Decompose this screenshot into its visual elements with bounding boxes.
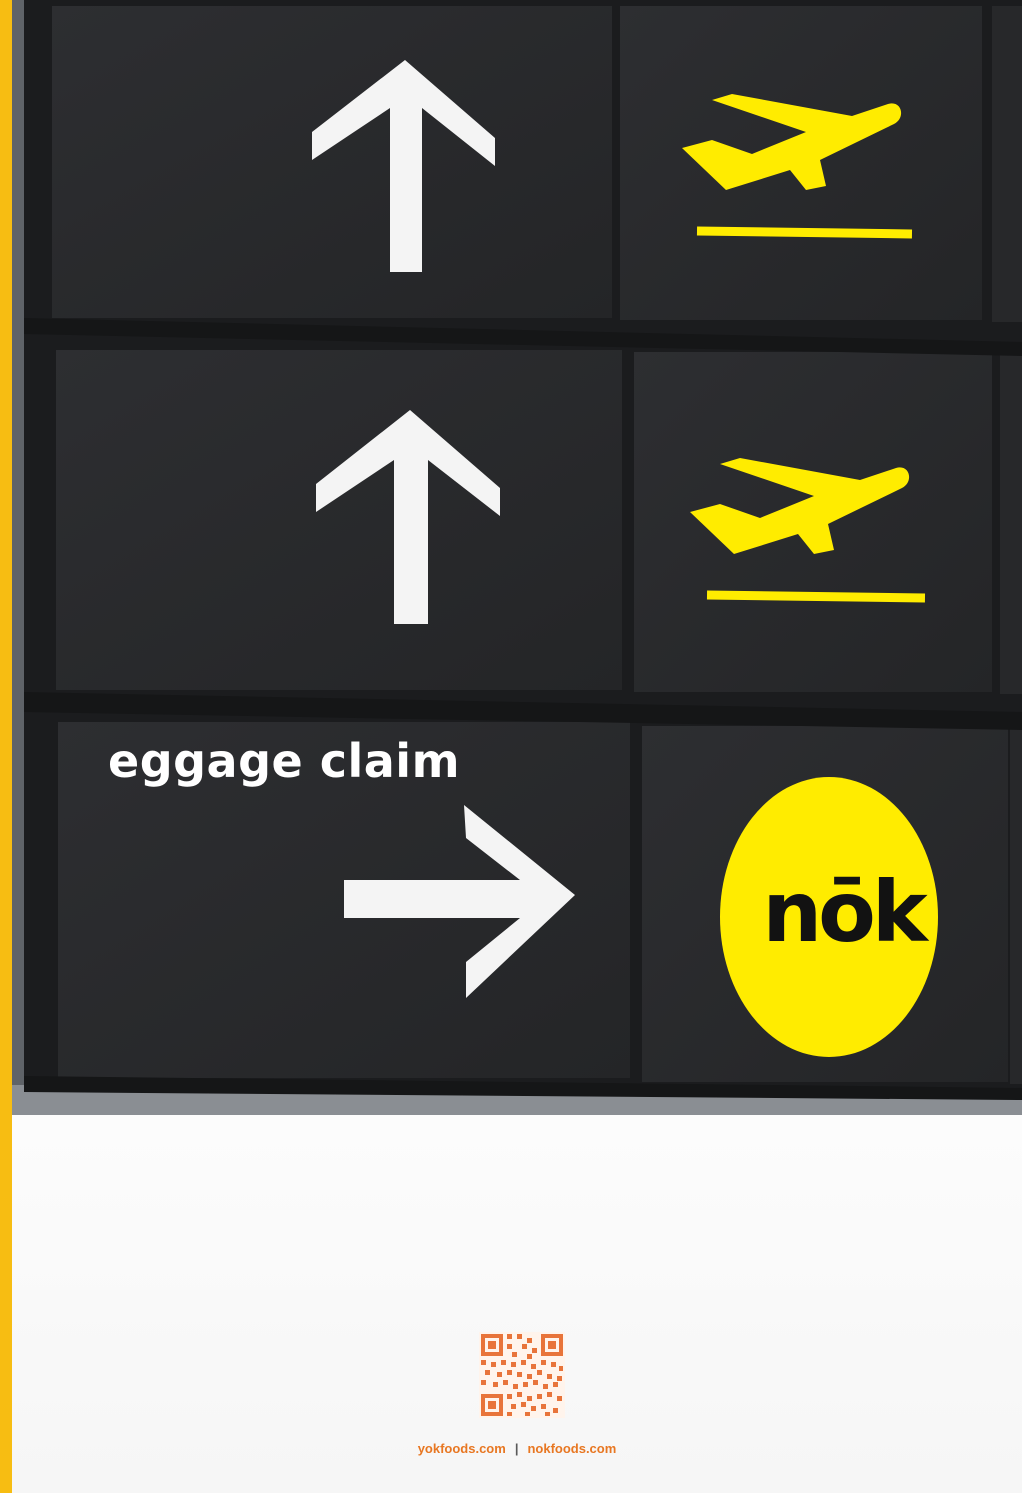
footer-link-1[interactable]: yokfoods.com [418, 1441, 506, 1456]
qr-code[interactable] [479, 1332, 565, 1418]
footer-links: yokfoods.com | nokfoods.com [12, 1441, 1022, 1456]
footer: yokfoods.com | nokfoods.com [12, 1115, 1022, 1493]
panel-row1-left [52, 6, 612, 318]
baggage-claim-caption: eggage claim [108, 734, 461, 788]
nok-logo-text: nōk [762, 863, 927, 961]
yellow-accent-bar [0, 0, 12, 1493]
airport-sign-photo: eggage claim nōk [12, 0, 1022, 1115]
footer-separator: | [514, 1441, 519, 1456]
footer-link-2[interactable]: nokfoods.com [527, 1441, 616, 1456]
panel-row2-left [56, 350, 622, 690]
